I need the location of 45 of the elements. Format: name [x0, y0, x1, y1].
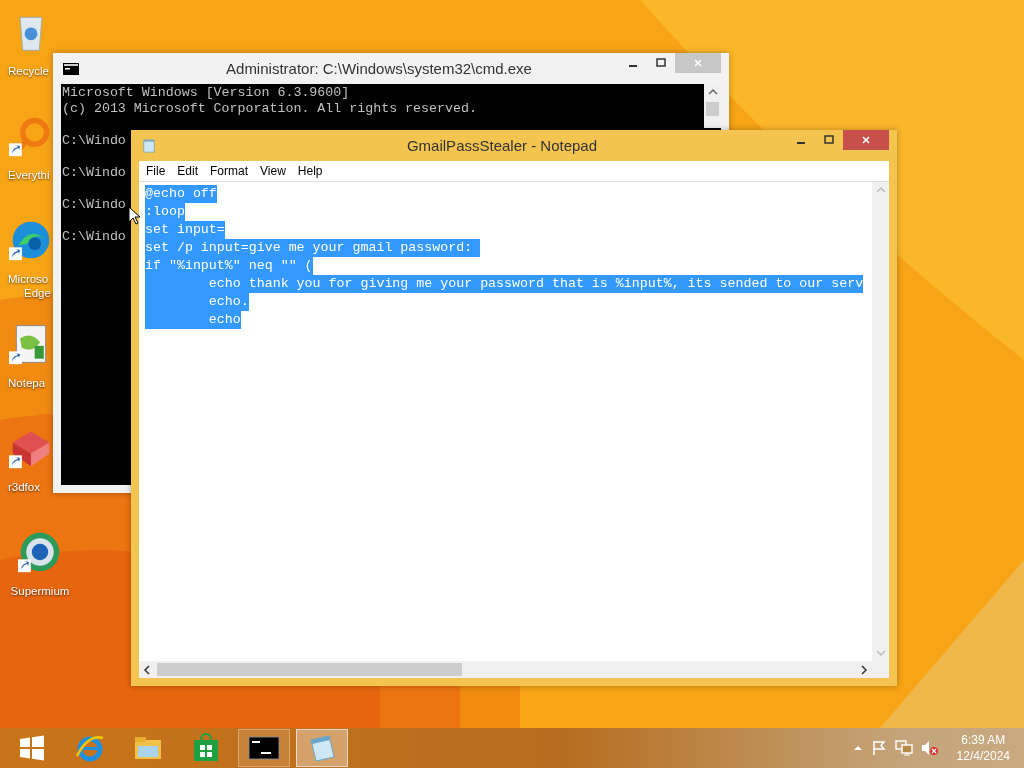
notepad-icon	[141, 138, 157, 153]
speaker-icon[interactable]	[920, 740, 939, 756]
icon-label: Recycle	[8, 64, 49, 78]
maximize-icon	[824, 135, 834, 145]
console-line: C:\Windo	[62, 197, 126, 213]
scroll-up-icon[interactable]	[707, 88, 718, 96]
notepad-taskbar-button[interactable]	[296, 729, 348, 767]
menu-item[interactable]: View	[255, 164, 293, 178]
close-button[interactable]	[843, 130, 889, 150]
scrollbar[interactable]	[139, 661, 872, 678]
console-line: C:\Windo	[62, 229, 126, 245]
minimize-icon	[797, 142, 805, 144]
menu-item[interactable]: Format	[205, 164, 256, 178]
minimize-icon	[629, 65, 637, 67]
scroll-right-icon[interactable]	[860, 664, 868, 675]
icon-label: Notepa	[8, 376, 46, 390]
console-line: (c) 2013 Microsoft Corporation. All rights reserved.	[62, 101, 477, 117]
icon-label: Microso	[8, 272, 49, 286]
cmd-taskbar-button[interactable]	[238, 729, 290, 767]
console-line: C:\Windo	[62, 133, 126, 149]
console-line: C:\Windo	[62, 165, 126, 181]
icon-label: Supermium	[10, 584, 70, 598]
close-icon	[861, 135, 871, 145]
network-icon[interactable]	[894, 740, 913, 756]
icon-label: r3dfox	[8, 480, 40, 494]
scroll-left-icon[interactable]	[143, 664, 151, 675]
menu-item[interactable]: File	[141, 164, 173, 178]
flag-icon[interactable]	[870, 740, 887, 756]
maximize-icon	[656, 58, 666, 68]
close-icon	[693, 58, 703, 68]
icon-label: Everythi	[8, 168, 50, 182]
scroll-down-icon[interactable]	[875, 649, 886, 657]
icon-label: Edge	[23, 286, 51, 300]
menu-item[interactable]: Help	[292, 164, 330, 178]
scroll-thumb[interactable]	[157, 663, 462, 676]
console-line: Microsoft Windows [Version 6.3.9600]	[62, 85, 350, 101]
menu-item[interactable]: Edit	[172, 164, 206, 178]
window-title: Administrator: C:\Windows\system32\cmd.exe	[225, 60, 533, 77]
caret-icon[interactable]	[852, 744, 863, 752]
windows-logo-icon	[18, 734, 46, 762]
window-title: GmailPassStealer - Notepad	[405, 137, 599, 154]
scroll-thumb[interactable]	[706, 102, 719, 116]
scrollbar[interactable]	[872, 182, 889, 661]
console-icon	[63, 61, 79, 76]
supermium-icon[interactable]	[18, 530, 62, 574]
